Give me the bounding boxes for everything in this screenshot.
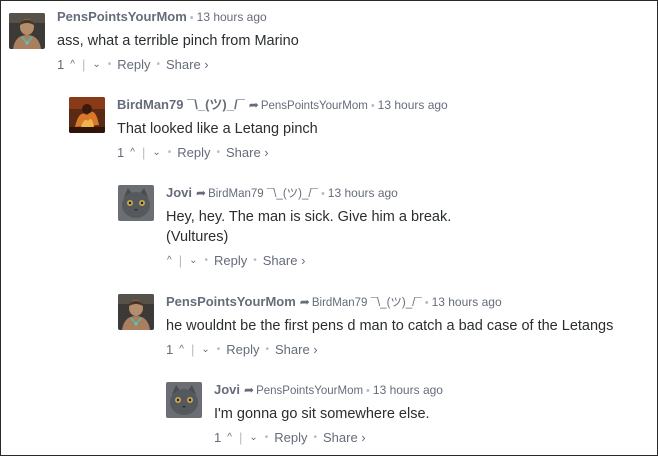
message-line: Hey, hey. The man is sick. Give him a br… — [166, 209, 452, 225]
author-name[interactable]: PensPointsYourMom — [166, 294, 296, 309]
hockey-man-avatar-icon — [118, 294, 154, 330]
bird-fire-avatar-icon — [69, 97, 105, 133]
vote-count: 1 — [214, 430, 222, 445]
author-name[interactable]: PensPointsYourMom — [57, 9, 187, 24]
vote-divider: | — [238, 430, 243, 445]
upvote-icon[interactable]: ^ — [69, 56, 76, 74]
message-line: (Vultures) — [166, 229, 229, 245]
comment-body: PensPointsYourMom ➦ BirdMan79 ¯\_(ツ)_/¯ • 13… — [166, 294, 613, 359]
meta-dot: • — [424, 297, 429, 309]
meta-dot: • — [370, 100, 375, 112]
message-line: That looked like a Letang pinch — [117, 121, 318, 137]
timestamp[interactable]: 13 hours ago — [432, 295, 502, 309]
avatar[interactable] — [166, 382, 202, 418]
share-button[interactable]: Share › — [226, 144, 269, 162]
comment-message: he wouldnt be the first pens d man to ca… — [166, 316, 613, 336]
comment-actions: 1 ^ | ⌄ • Reply • Share › — [214, 429, 443, 447]
action-dot: • — [313, 432, 317, 443]
downvote-icon[interactable]: ⌄ — [151, 144, 161, 162]
comment-meta: PensPointsYourMom • 13 hours ago — [57, 9, 299, 25]
downvote-icon[interactable]: ⌄ — [200, 341, 210, 359]
avatar[interactable] — [9, 13, 45, 49]
timestamp[interactable]: 13 hours ago — [328, 186, 398, 200]
message-line: ass, what a terrible pinch from Marino — [57, 33, 299, 49]
comment-meta: PensPointsYourMom ➦ BirdMan79 ¯\_(ツ)_/¯ • 13… — [166, 294, 613, 310]
parent-author-link[interactable]: PensPointsYourMom — [261, 100, 368, 112]
comment-meta: Jovi ➦ PensPointsYourMom • 13 hours ago — [214, 382, 443, 398]
share-button[interactable]: Share › — [166, 56, 209, 74]
vote-divider: | — [178, 253, 183, 268]
timestamp[interactable]: 13 hours ago — [373, 383, 443, 397]
comment-message: I'm gonna go sit somewhere else. — [214, 404, 443, 424]
vote-count: 1 — [166, 342, 174, 357]
message-line: he wouldnt be the first pens d man to ca… — [166, 318, 614, 334]
parent-author-link[interactable]: BirdMan79 ¯\_(ツ)_/¯ — [312, 297, 422, 309]
comment-message: That looked like a Letang pinch — [117, 119, 448, 139]
comment-body: PensPointsYourMom • 13 hours ago ass, what… — [57, 9, 299, 74]
action-dot: • — [167, 147, 172, 158]
hockey-man-avatar-icon — [9, 13, 45, 49]
downvote-icon[interactable]: ⌄ — [188, 252, 198, 270]
action-dot: • — [216, 344, 221, 355]
reply-button[interactable]: Reply — [274, 429, 307, 447]
avatar[interactable] — [118, 185, 154, 221]
timestamp[interactable]: 13 hours ago — [378, 98, 448, 112]
meta-dot: • — [189, 12, 194, 24]
reply-button[interactable]: Reply — [214, 252, 247, 270]
parent-author-link[interactable]: BirdMan79 ¯\_(ツ)_/¯ — [208, 188, 318, 200]
vote-divider: | — [81, 57, 86, 72]
reply-arrow-icon: ➦ — [299, 295, 310, 309]
meta-dot: • — [320, 188, 325, 200]
gray-cat-avatar-icon — [166, 382, 202, 418]
upvote-icon[interactable]: ^ — [166, 252, 173, 270]
author-name[interactable]: Jovi — [166, 185, 192, 200]
downvote-icon[interactable]: ⌄ — [248, 429, 258, 447]
avatar[interactable] — [69, 97, 105, 133]
share-button[interactable]: Share › — [323, 429, 366, 447]
reply-button[interactable]: Reply — [226, 341, 259, 359]
gray-cat-avatar-icon — [118, 185, 154, 221]
parent-author-link[interactable]: PensPointsYourMom — [256, 385, 363, 397]
action-dot: • — [156, 59, 160, 70]
action-dot: • — [107, 59, 112, 70]
author-name[interactable]: BirdMan79 ¯\_(ツ)_/¯ — [117, 97, 245, 112]
action-dot: • — [204, 255, 208, 266]
reply-arrow-icon: ➦ — [196, 186, 207, 200]
timestamp[interactable]: 13 hours ago — [197, 10, 267, 24]
comment-actions: 1 ^ | ⌄ • Reply • Share › — [57, 56, 299, 74]
action-dot: • — [253, 255, 257, 266]
vote-divider: | — [141, 145, 146, 160]
vote-count: 1 — [117, 145, 125, 160]
comment-meta: BirdMan79 ¯\_(ツ)_/¯ ➦ PensPointsYourMom • 13… — [117, 97, 448, 113]
upvote-icon[interactable]: ^ — [178, 341, 185, 359]
meta-dot: • — [366, 385, 370, 397]
comment-meta: Jovi ➦ BirdMan79 ¯\_(ツ)_/¯ • 13 hours ago — [166, 185, 451, 201]
vote-count: 1 — [57, 57, 65, 72]
comment-thread-frame: PensPointsYourMom • 13 hours ago ass, what… — [0, 0, 658, 456]
comment-actions: 1 ^ | ⌄ • Reply • Share › — [166, 341, 613, 359]
action-dot: • — [216, 147, 220, 158]
comment-body: BirdMan79 ¯\_(ツ)_/¯ ➦ PensPointsYourMom • 13… — [117, 97, 448, 162]
comment-actions: 1 ^ | ⌄ • Reply • Share › — [117, 144, 448, 162]
action-dot: • — [264, 432, 269, 443]
reply-arrow-icon: ➦ — [244, 383, 255, 397]
share-button[interactable]: Share › — [263, 252, 306, 270]
action-dot: • — [265, 344, 269, 355]
avatar[interactable] — [118, 294, 154, 330]
upvote-icon[interactable]: ^ — [129, 144, 136, 162]
reply-arrow-icon: ➦ — [248, 98, 259, 112]
comment-message: ass, what a terrible pinch from Marino — [57, 31, 299, 51]
vote-divider: | — [190, 342, 195, 357]
comment-actions: ^ | ⌄ • Reply • Share › — [166, 252, 451, 270]
share-button[interactable]: Share › — [275, 341, 318, 359]
reply-button[interactable]: Reply — [117, 56, 150, 74]
upvote-icon[interactable]: ^ — [226, 429, 233, 447]
reply-button[interactable]: Reply — [177, 144, 210, 162]
comment-body: Jovi ➦ PensPointsYourMom • 13 hours ago I'm … — [214, 382, 443, 447]
message-line: I'm gonna go sit somewhere else. — [214, 406, 430, 422]
downvote-icon[interactable]: ⌄ — [91, 56, 101, 74]
author-name[interactable]: Jovi — [214, 382, 240, 397]
comment-message: Hey, hey. The man is sick. Give him a br… — [166, 207, 451, 247]
comment-body: Jovi ➦ BirdMan79 ¯\_(ツ)_/¯ • 13 hours ago He… — [166, 185, 451, 270]
